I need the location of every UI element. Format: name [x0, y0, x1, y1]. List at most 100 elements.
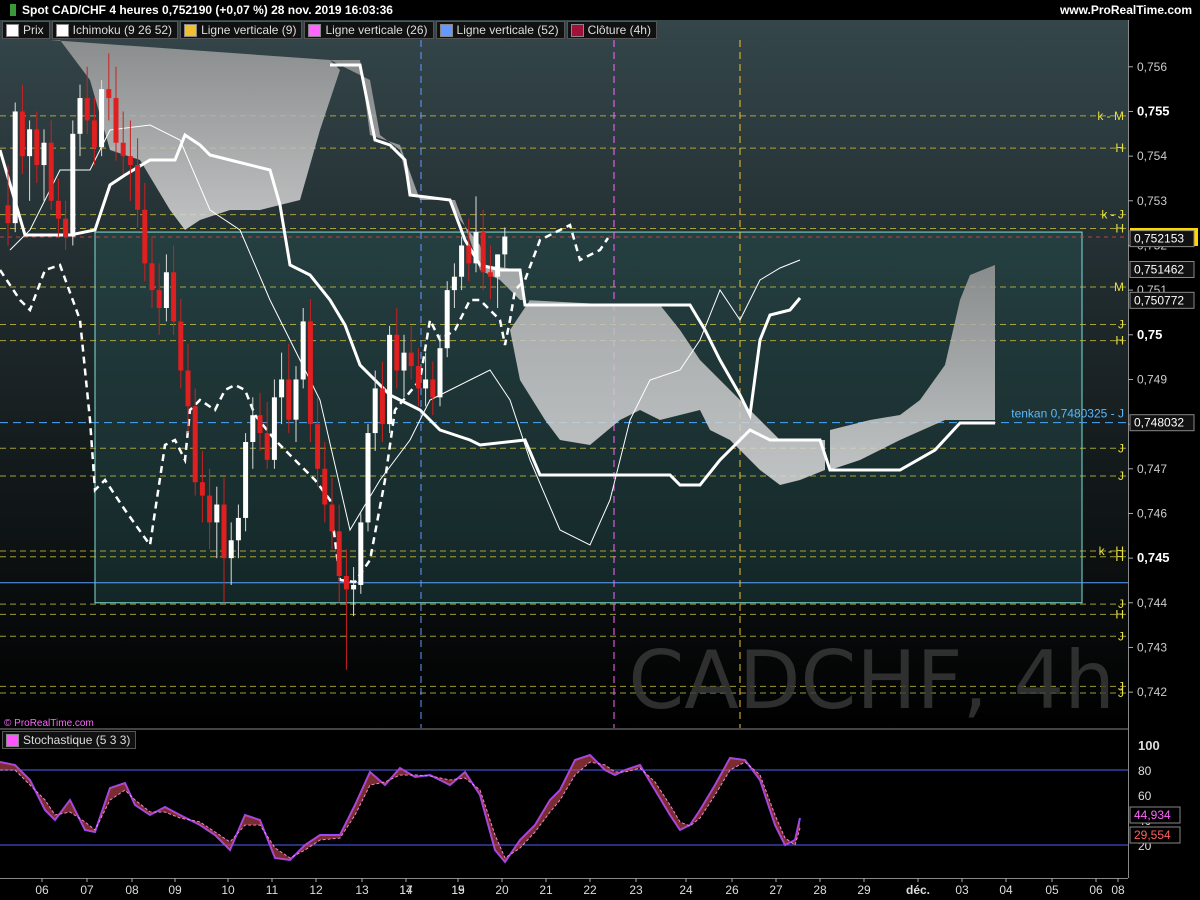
brand-link[interactable]: www.ProRealTime.com: [1060, 0, 1192, 20]
legend-item-2[interactable]: Ligne verticale (9): [180, 21, 303, 39]
date-label-24: 05: [1045, 883, 1059, 897]
candle-body-38: [279, 379, 285, 398]
platform-icon: [10, 4, 16, 16]
legend-item-3[interactable]: Ligne verticale (26): [304, 21, 434, 39]
candle-body-55: [401, 352, 407, 371]
date-label-17: 26: [725, 883, 739, 897]
legend-label: Ligne verticale (9): [201, 23, 297, 37]
candle-body-67: [487, 272, 493, 277]
legend-item-5[interactable]: Clôture (4h): [566, 21, 657, 39]
candle-body-31: [228, 540, 234, 559]
date-label-1: 07: [80, 883, 94, 897]
date-label-18: 27: [769, 883, 783, 897]
copyright-text: © ProRealTime.com: [4, 718, 94, 729]
candle-body-44: [322, 468, 328, 505]
candle-body-20: [149, 263, 155, 291]
level-label-15: J: [1118, 686, 1124, 700]
date-label-26: 08: [1111, 883, 1125, 897]
legend-swatch: [308, 23, 322, 37]
chart-header: Spot CAD/CHF 4 heures 0,752190 (+0,07 %)…: [0, 0, 1200, 20]
candle-body-29: [214, 504, 220, 523]
price-label-3: 0,748032: [1134, 416, 1184, 430]
indicator-legend: Prix Ichimoku (9 26 52) Ligne verticale (9…: [2, 21, 659, 39]
candle-body-2: [19, 111, 25, 157]
candle-body-57: [415, 366, 421, 389]
legend-swatch: [439, 23, 453, 37]
candle-body-0: [5, 205, 11, 224]
level-label-3: H: [1115, 221, 1124, 235]
candle-body-3: [27, 129, 33, 157]
watermark-text: CADCHF, 4h: [628, 634, 1115, 727]
level-label-6: H: [1115, 334, 1124, 348]
candle-body-6: [48, 142, 54, 201]
price-tick-label-11: 0,745: [1137, 550, 1170, 565]
candle-body-35: [257, 415, 263, 434]
candle-body-8: [63, 218, 69, 237]
legend-label: Clôture (4h): [587, 23, 651, 37]
candle-body-33: [243, 442, 249, 518]
candle-body-43: [315, 424, 321, 469]
price-tick-label-3: 0,753: [1137, 194, 1167, 208]
date-label-15: 23: [629, 883, 643, 897]
date-label-14: 22: [583, 883, 597, 897]
candle-body-51: [372, 388, 378, 434]
price-tick-label-0: 0,756: [1137, 60, 1167, 74]
stochastic-legend-item[interactable]: Stochastique (5 3 3): [2, 731, 137, 749]
date-label-4: 10: [221, 883, 235, 897]
candle-body-16: [120, 142, 126, 157]
candle-body-48: [351, 584, 357, 590]
price-tick-label-10: 0,746: [1137, 506, 1167, 520]
candle-body-14: [106, 89, 112, 99]
legend-item-1[interactable]: Ichimoku (9 26 52): [51, 21, 179, 39]
candle-body-65: [473, 232, 479, 264]
candle-body-21: [156, 290, 162, 308]
candle-body-36: [264, 433, 270, 460]
level-label-4: M: [1114, 280, 1124, 294]
price-tick-label-12: 0,744: [1137, 596, 1167, 610]
candle-body-56: [408, 352, 414, 367]
date-label-12: 20: [495, 883, 509, 897]
price-tick-label-13: 0,743: [1137, 640, 1167, 654]
candle-body-47: [343, 576, 349, 590]
level-label-7: J: [1118, 441, 1124, 455]
legend-item-0[interactable]: Prix: [2, 21, 50, 39]
date-label-13: 21: [539, 883, 553, 897]
candle-body-18: [135, 165, 141, 210]
candle-body-19: [142, 209, 148, 264]
candle-body-26: [192, 406, 198, 483]
panel-divider[interactable]: [0, 728, 1128, 730]
chart-canvas[interactable]: CADCHF, 4h0,7560,7550,7540,7530,7520,751…: [0, 0, 1200, 900]
date-label-22: 03: [955, 883, 969, 897]
legend-swatch: [570, 23, 584, 37]
candle-body-23: [171, 272, 177, 322]
candle-body-13: [99, 89, 105, 148]
candle-body-59: [430, 379, 436, 398]
candle-body-10: [77, 98, 83, 134]
date-label-21: déc.: [906, 883, 930, 897]
candle-body-46: [336, 531, 342, 576]
candle-body-49: [358, 522, 364, 585]
date-label-2: 08: [125, 883, 139, 897]
candle-body-12: [91, 120, 97, 148]
stoch-tick-2: 60: [1138, 789, 1152, 803]
legend-swatch: [184, 23, 198, 37]
candle-body-50: [365, 433, 371, 523]
price-tick-label-14: 0,742: [1137, 685, 1167, 699]
candle-body-45: [329, 504, 335, 532]
candle-body-30: [221, 504, 227, 559]
candle-body-25: [185, 370, 191, 407]
stochastic-panel-bg: [0, 730, 1128, 878]
legend-label: Ichimoku (9 26 52): [72, 23, 173, 37]
price-tick-label-1: 0,755: [1137, 103, 1170, 118]
date-label-10: 17: [399, 883, 413, 897]
level-label-2: k - J: [1101, 208, 1124, 222]
legend-item-4[interactable]: Ligne verticale (52): [435, 21, 565, 39]
level-label-5: J: [1118, 318, 1124, 332]
candle-body-64: [466, 245, 472, 264]
candle-body-32: [235, 517, 241, 541]
candle-body-68: [495, 254, 501, 277]
candle-body-61: [444, 290, 450, 349]
candle-body-5: [41, 142, 47, 166]
candle-body-58: [423, 379, 429, 389]
price-tick-label-9: 0,747: [1137, 462, 1167, 476]
